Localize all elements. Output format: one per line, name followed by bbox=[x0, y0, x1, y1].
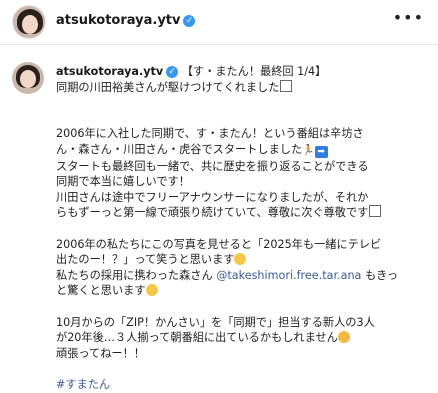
caption-username[interactable]: atsukotoraya.ytv bbox=[56, 65, 163, 78]
header-username[interactable]: atsukotoraya.ytv ✓ bbox=[56, 13, 196, 28]
caption-line: 出たのー！？」って笑うと思います bbox=[56, 253, 235, 267]
caption-line: 私たちの採用に携わった森さん bbox=[56, 268, 217, 282]
caption-line: 10月からの「ZIP！かんさい」を「同期で」担当する新人の3人 bbox=[56, 315, 375, 329]
avatar-face bbox=[20, 70, 36, 88]
caption-line: らもずーっと第一線で頑張り続けていて、尊敬に次ぐ尊敬です bbox=[56, 206, 369, 220]
hashtag-link[interactable]: #すまたん bbox=[56, 378, 110, 391]
caption-line: 同期で本当に嬉しいです！ bbox=[56, 175, 190, 189]
caption-line: 川田さんは途中でフリーアナウンサーになりましたが、それか bbox=[56, 190, 369, 204]
caption-line: スタートも最終回も一緒で、共に歴史を振り返ることができる bbox=[56, 159, 369, 173]
verified-badge-icon: ✓ bbox=[183, 15, 196, 27]
caption-line: 頑張ってねー！！ bbox=[56, 346, 145, 360]
smiling-face-emoji-icon bbox=[234, 253, 247, 266]
caption-line: もきっ bbox=[361, 268, 399, 282]
caption-title: 【す・またん！最終回 1/4】 bbox=[181, 65, 327, 78]
caption-line: 2006年に入社した同期で、す・またん！という番組は辛坊さ bbox=[56, 127, 364, 141]
running-person-emoji-icon: 🏃 bbox=[302, 144, 315, 156]
header-avatar[interactable] bbox=[12, 5, 46, 39]
more-options-icon[interactable]: ••• bbox=[393, 8, 424, 27]
caption-line: と驚くと思います bbox=[56, 284, 146, 298]
unknown-glyph-icon bbox=[280, 79, 293, 92]
caption-line: が20年後…３人揃って朝番組に出ているかもしれません bbox=[56, 331, 338, 345]
unknown-glyph-icon bbox=[369, 205, 382, 218]
grinning-face-emoji-icon bbox=[337, 331, 350, 344]
post-header: atsukotoraya.ytv ✓ ••• bbox=[0, 0, 438, 45]
caption-text: atsukotoraya.ytv ✓ 【す・またん！最終回 1/4】 同期の川田裕… bbox=[56, 64, 432, 392]
avatar-face bbox=[22, 15, 38, 34]
right-arrow-emoji-icon: ➡ bbox=[314, 145, 328, 158]
smiling-face-emoji-icon bbox=[145, 284, 158, 297]
caption-line: 2006年の私たちにこの写真を見せると「2025年も一緒にテレビ bbox=[56, 237, 382, 251]
caption-line: ん・森さん・川田さん・虎谷でスタートしました bbox=[56, 142, 303, 156]
header-username-text[interactable]: atsukotoraya.ytv bbox=[56, 13, 180, 28]
mention-link[interactable]: @takeshimori.free.tar.ana bbox=[216, 269, 361, 282]
verified-badge-icon: ✓ bbox=[166, 66, 179, 78]
caption-avatar[interactable] bbox=[12, 62, 44, 94]
caption-line: 同期の川田裕美さんが駆けつけてくれました bbox=[56, 80, 280, 94]
